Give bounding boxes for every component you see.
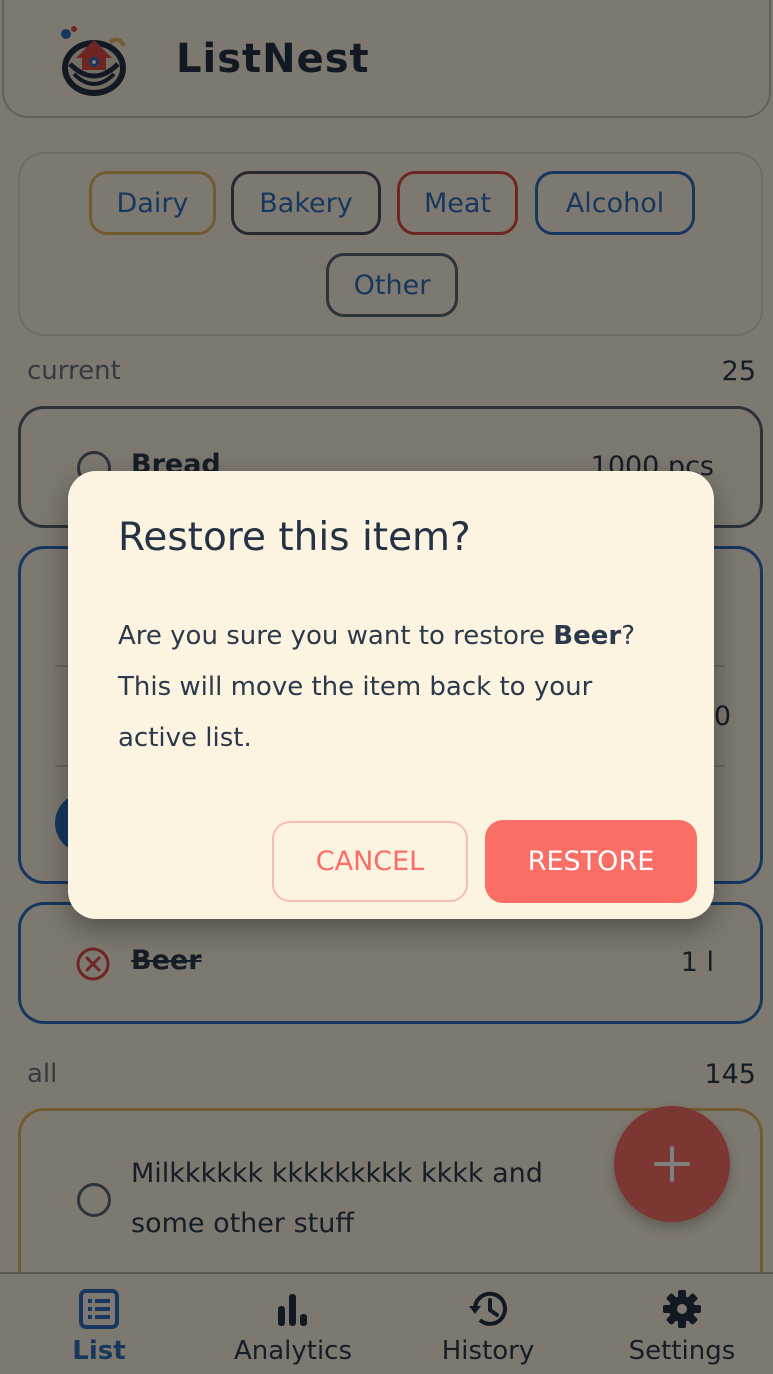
cancel-button[interactable]: CANCEL [272,821,468,902]
dialog-message-prefix: Are you sure you want to restore [118,621,554,651]
dialog-item-name: Beer [553,621,622,651]
restore-dialog: Restore this item? Are you sure you want… [68,471,714,919]
restore-button[interactable]: RESTORE [485,820,697,903]
dialog-title: Restore this item? [118,515,471,560]
dialog-message: Are you sure you want to restore Beer? T… [118,611,678,764]
